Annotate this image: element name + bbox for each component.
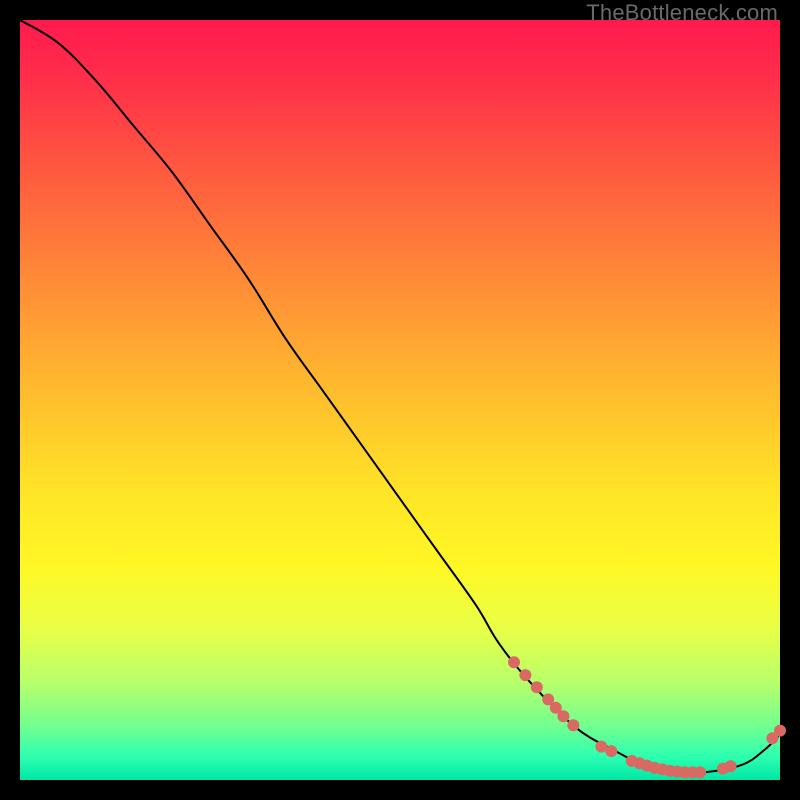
chart-marker [557, 710, 569, 722]
bottleneck-curve [20, 20, 780, 773]
chart-marker [519, 669, 531, 681]
chart-markers [508, 656, 786, 778]
watermark-text: TheBottleneck.com [586, 0, 778, 26]
chart-svg [20, 20, 780, 780]
chart-marker [531, 681, 543, 693]
chart-marker [605, 745, 617, 757]
chart-marker [774, 725, 786, 737]
chart-marker [694, 766, 706, 778]
chart-frame: TheBottleneck.com [0, 0, 800, 800]
chart-marker [567, 719, 579, 731]
chart-plot-area [20, 20, 780, 780]
chart-marker [725, 760, 737, 772]
chart-marker [508, 656, 520, 668]
